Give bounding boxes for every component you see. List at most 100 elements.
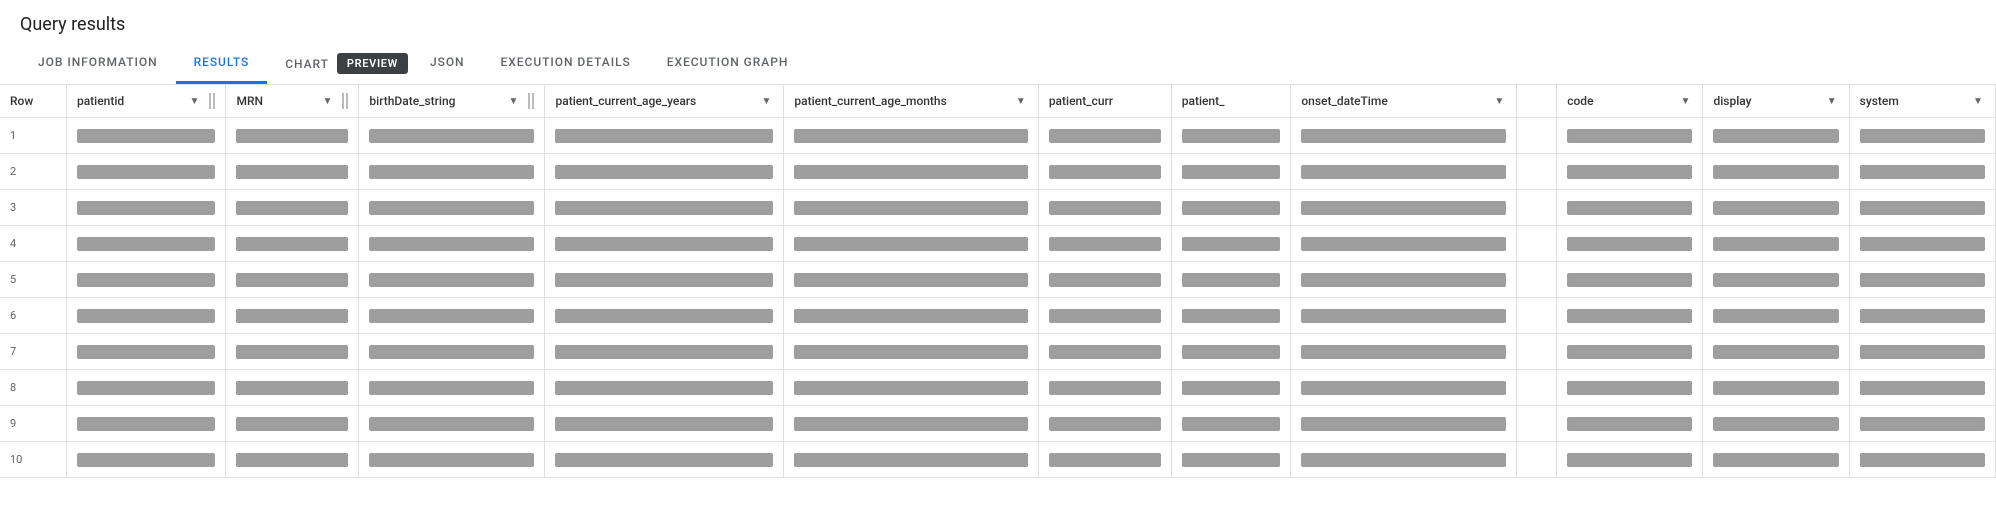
col-header-spacer (1517, 85, 1557, 118)
resize-handle-mrn[interactable] (342, 93, 348, 109)
sort-icon-birthdate[interactable]: ▼ (506, 94, 520, 108)
cell-curr2 (1171, 370, 1291, 406)
cell-system (1849, 334, 1995, 370)
tab-job-information[interactable]: JOB INFORMATION (20, 43, 176, 84)
cell-display (1703, 334, 1849, 370)
cell-curr1 (1038, 334, 1171, 370)
cell-birthdate (359, 226, 545, 262)
sort-icon-display[interactable]: ▼ (1825, 94, 1839, 108)
cell-mrn (226, 334, 359, 370)
cell-curr1 (1038, 190, 1171, 226)
sort-icon-system[interactable]: ▼ (1971, 94, 1985, 108)
col-header-onset[interactable]: onset_dateTime ▼ (1291, 85, 1517, 118)
tabs-bar: JOB INFORMATION RESULTS CHART PREVIEW JS… (0, 43, 1996, 85)
cell-curr1 (1038, 442, 1171, 478)
tab-preview-badge[interactable]: PREVIEW (337, 53, 408, 74)
cell-onset (1291, 262, 1517, 298)
table-row: 5 (0, 262, 1996, 298)
cell-age-months (784, 370, 1038, 406)
tab-chart-group: CHART PREVIEW (271, 45, 408, 83)
tab-results[interactable]: RESULTS (176, 43, 268, 84)
cell-mrn (226, 406, 359, 442)
cell-curr1 (1038, 154, 1171, 190)
cell-system (1849, 370, 1995, 406)
cell-birthdate (359, 406, 545, 442)
tab-json[interactable]: JSON (412, 43, 483, 84)
cell-system (1849, 190, 1995, 226)
tab-execution-details[interactable]: EXECUTION DETAILS (483, 43, 649, 84)
cell-spacer (1517, 442, 1557, 478)
cell-code (1557, 226, 1703, 262)
cell-spacer (1517, 154, 1557, 190)
cell-code (1557, 190, 1703, 226)
cell-display (1703, 154, 1849, 190)
col-header-age-months[interactable]: patient_current_age_months ▼ (784, 85, 1038, 118)
sort-icon-age-years[interactable]: ▼ (759, 94, 773, 108)
cell-row-number: 5 (0, 262, 66, 298)
table-row: 4 (0, 226, 1996, 262)
cell-patientid (66, 190, 226, 226)
cell-display (1703, 226, 1849, 262)
cell-age-months (784, 298, 1038, 334)
col-header-row: Row (0, 85, 66, 118)
sort-icon-age-months[interactable]: ▼ (1014, 94, 1028, 108)
sort-icon-code[interactable]: ▼ (1678, 94, 1692, 108)
cell-curr2 (1171, 190, 1291, 226)
cell-system (1849, 262, 1995, 298)
cell-onset (1291, 154, 1517, 190)
table-row: 2 (0, 154, 1996, 190)
col-header-patientid[interactable]: patientid ▼ (66, 85, 226, 118)
col-header-system[interactable]: system ▼ (1849, 85, 1995, 118)
cell-display (1703, 406, 1849, 442)
cell-spacer (1517, 370, 1557, 406)
tab-chart[interactable]: CHART (271, 53, 337, 75)
cell-code (1557, 298, 1703, 334)
cell-curr2 (1171, 118, 1291, 154)
cell-birthdate (359, 334, 545, 370)
cell-code (1557, 370, 1703, 406)
cell-curr2 (1171, 334, 1291, 370)
sort-icon-mrn[interactable]: ▼ (320, 94, 334, 108)
cell-onset (1291, 370, 1517, 406)
cell-curr1 (1038, 262, 1171, 298)
col-header-display[interactable]: display ▼ (1703, 85, 1849, 118)
cell-row-number: 1 (0, 118, 66, 154)
cell-birthdate (359, 118, 545, 154)
cell-spacer (1517, 406, 1557, 442)
cell-curr1 (1038, 370, 1171, 406)
cell-patientid (66, 406, 226, 442)
cell-row-number: 6 (0, 298, 66, 334)
cell-display (1703, 298, 1849, 334)
col-header-curr2: patient_ (1171, 85, 1291, 118)
cell-code (1557, 442, 1703, 478)
resize-handle-birthdate[interactable] (528, 93, 534, 109)
col-header-code[interactable]: code ▼ (1557, 85, 1703, 118)
cell-age-years (545, 118, 784, 154)
page-title: Query results (0, 0, 1996, 43)
cell-display (1703, 262, 1849, 298)
cell-code (1557, 154, 1703, 190)
sort-icon-patientid[interactable]: ▼ (187, 94, 201, 108)
col-header-curr1: patient_curr (1038, 85, 1171, 118)
cell-code (1557, 334, 1703, 370)
resize-handle-patientid[interactable] (209, 93, 215, 109)
table-row: 6 (0, 298, 1996, 334)
table-row: 8 (0, 370, 1996, 406)
col-header-birthdate[interactable]: birthDate_string ▼ (359, 85, 545, 118)
cell-row-number: 2 (0, 154, 66, 190)
cell-patientid (66, 370, 226, 406)
cell-row-number: 9 (0, 406, 66, 442)
cell-display (1703, 442, 1849, 478)
col-header-age-years[interactable]: patient_current_age_years ▼ (545, 85, 784, 118)
cell-age-months (784, 118, 1038, 154)
sort-icon-onset[interactable]: ▼ (1492, 94, 1506, 108)
cell-birthdate (359, 190, 545, 226)
cell-curr1 (1038, 298, 1171, 334)
cell-system (1849, 442, 1995, 478)
tab-execution-graph[interactable]: EXECUTION GRAPH (649, 43, 807, 84)
results-table: Row patientid ▼ MRN ▼ (0, 85, 1996, 478)
cell-age-years (545, 226, 784, 262)
cell-patientid (66, 442, 226, 478)
table-container: Row patientid ▼ MRN ▼ (0, 85, 1996, 505)
col-header-mrn[interactable]: MRN ▼ (226, 85, 359, 118)
